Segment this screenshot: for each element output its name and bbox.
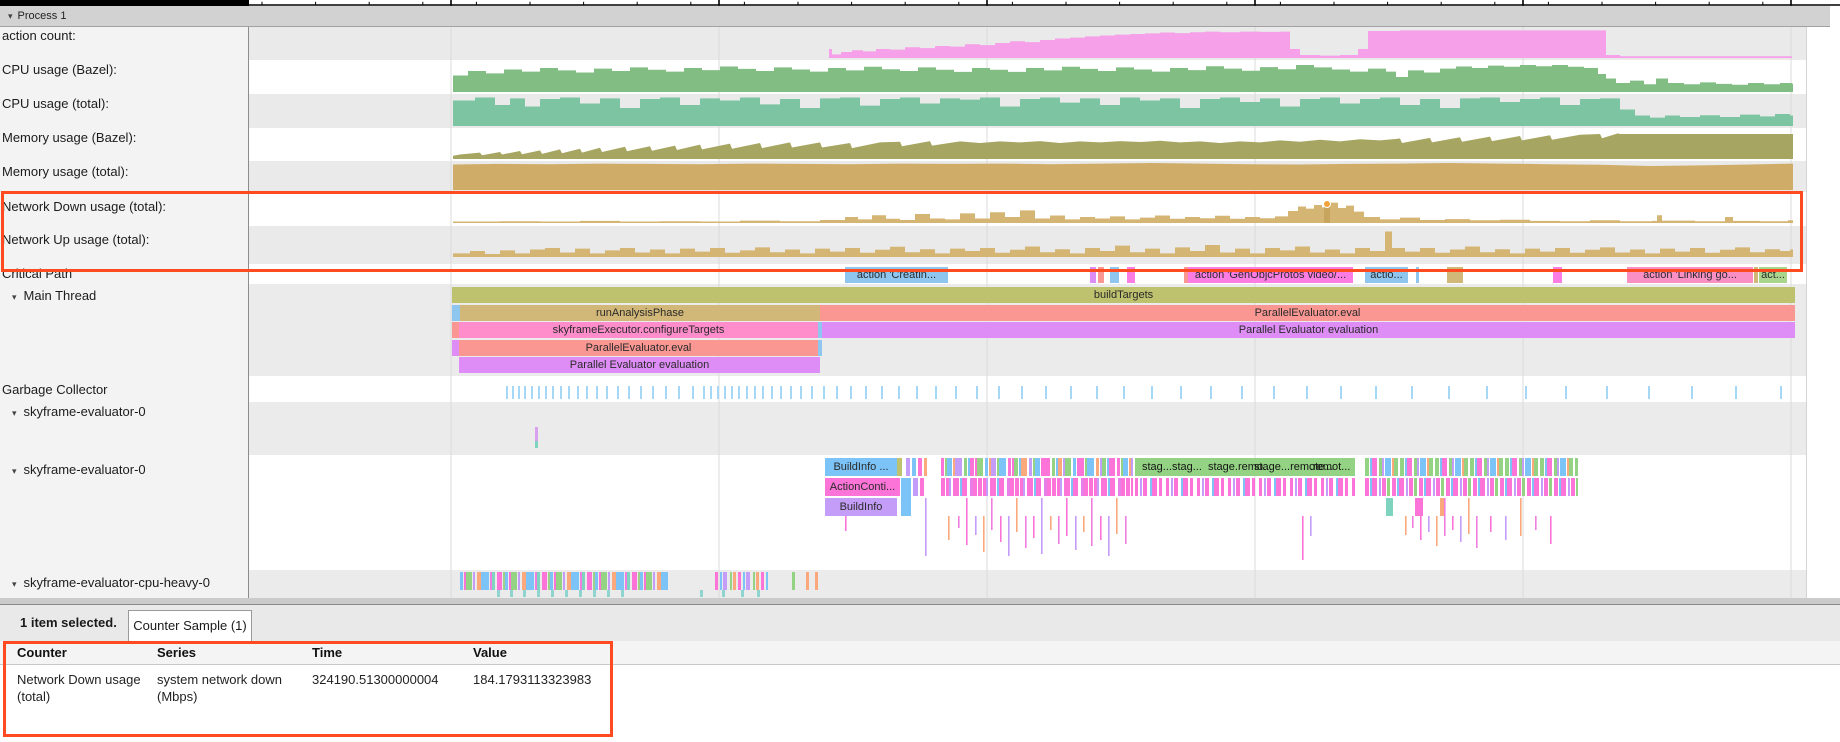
trace-span[interactable]: [918, 458, 922, 476]
track-label: Critical Path: [2, 266, 72, 281]
right-gutter-divider: [1806, 6, 1807, 598]
track-label-panel: action count: CPU usage (Bazel): CPU usage…: [0, 26, 249, 598]
trace-span[interactable]: Parallel Evaluator evaluation: [459, 357, 820, 373]
track-row[interactable]: [249, 161, 1806, 192]
track-row[interactable]: [249, 226, 1806, 264]
trace-span[interactable]: buildTargets: [452, 287, 1795, 303]
track-label: CPU usage (Bazel):: [2, 62, 117, 77]
trace-viewer: ▾ Process 1 action count: CPU usage (Bazel…: [0, 0, 1840, 742]
track-label[interactable]: ▾skyframe-evaluator-0: [2, 404, 146, 419]
tab-counter-sample[interactable]: Counter Sample (1): [128, 610, 252, 642]
trace-span[interactable]: ParallelEvaluator.eval: [820, 305, 1795, 321]
track-row[interactable]: [249, 94, 1806, 128]
track-label: Memory usage (total):: [2, 164, 128, 179]
track-label: Garbage Collector: [2, 382, 108, 397]
collapse-triangle-icon[interactable]: ▾: [12, 408, 17, 418]
trace-span[interactable]: [452, 322, 459, 338]
trace-span[interactable]: [1447, 267, 1463, 283]
cell-counter: Network Down usage (total): [17, 671, 149, 705]
track-label: Memory usage (Bazel):: [2, 130, 136, 145]
span-label: .remot...: [1310, 461, 1350, 473]
trace-span[interactable]: [452, 305, 460, 321]
track-label: Network Down usage (total):: [2, 199, 166, 214]
col-header-value: Value: [473, 645, 693, 660]
track-row[interactable]: [249, 376, 1806, 402]
trace-span[interactable]: [913, 478, 918, 496]
col-header-counter: Counter: [17, 645, 149, 660]
trace-span[interactable]: action 'Linking go...: [1627, 267, 1753, 283]
process-group-header[interactable]: ▾ Process 1: [0, 6, 1830, 27]
track-row[interactable]: [249, 192, 1806, 226]
trace-span[interactable]: [920, 478, 924, 496]
trace-span[interactable]: BuildInfo ...: [825, 458, 897, 476]
trace-span[interactable]: [818, 340, 822, 356]
track-row[interactable]: [249, 455, 1806, 570]
trace-span[interactable]: [1754, 267, 1758, 283]
trace-span[interactable]: [924, 458, 927, 476]
collapse-triangle-icon: ▾: [8, 11, 13, 21]
trace-span[interactable]: [1553, 267, 1562, 283]
col-header-time: Time: [312, 645, 467, 660]
cell-time: 324190.51300000004: [312, 671, 467, 688]
trace-span[interactable]: runAnalysisPhase: [460, 305, 820, 321]
trace-span[interactable]: skyframeExecutor.configureTargets: [459, 322, 818, 338]
track-row[interactable]: [249, 266, 1806, 284]
cell-series: system network down (Mbps): [157, 671, 299, 705]
track-label: CPU usage (total):: [2, 96, 109, 111]
details-panel: 1 item selected. Counter Sample (1) Coun…: [0, 605, 1840, 742]
trace-span[interactable]: Parallel Evaluator evaluation: [822, 322, 1795, 338]
collapse-triangle-icon[interactable]: ▾: [12, 579, 17, 589]
track-row[interactable]: [249, 26, 1806, 60]
trace-span[interactable]: [452, 340, 459, 356]
panel-splitter[interactable]: [0, 598, 1840, 605]
cell-value: 184.1793113323983: [473, 671, 693, 688]
trace-span[interactable]: [1090, 267, 1096, 283]
trace-span[interactable]: act...: [1759, 267, 1787, 283]
track-row[interactable]: [249, 402, 1806, 455]
collapse-triangle-icon[interactable]: ▾: [12, 466, 17, 476]
track-row[interactable]: [249, 128, 1806, 161]
trace-span[interactable]: action 'GenObjcProtos video/...: [1188, 267, 1353, 283]
track-label: Network Up usage (total):: [2, 232, 149, 247]
track-row[interactable]: [249, 60, 1806, 94]
sample-table: Counter Series Time Value Network Down u…: [0, 641, 1840, 742]
selection-status: 1 item selected.: [20, 615, 117, 630]
trace-span[interactable]: [1110, 267, 1119, 283]
trace-span[interactable]: actio...: [1365, 267, 1408, 283]
track-label[interactable]: ▾skyframe-evaluator-0: [2, 462, 146, 477]
trace-span[interactable]: ParallelEvaluator.eval: [459, 340, 818, 356]
trace-span[interactable]: BuildInfo: [825, 498, 897, 516]
trace-span[interactable]: [912, 458, 916, 476]
collapse-triangle-icon[interactable]: ▾: [12, 292, 17, 302]
trace-span[interactable]: ActionConti...: [825, 478, 900, 496]
col-header-series: Series: [157, 645, 299, 660]
track-row[interactable]: [249, 570, 1806, 598]
track-label: action count:: [2, 28, 76, 43]
trace-span[interactable]: action 'Creatin...: [845, 267, 948, 283]
trace-span[interactable]: [1098, 267, 1104, 283]
track-label[interactable]: ▾Main Thread: [2, 288, 96, 303]
trace-span[interactable]: [1416, 267, 1419, 283]
span-label: stag...stag...: [1142, 461, 1202, 473]
trace-span[interactable]: [897, 458, 902, 476]
sample-table-header: Counter Series Time Value: [0, 641, 1840, 665]
track-label[interactable]: ▾skyframe-evaluator-cpu-heavy-0: [2, 575, 210, 590]
trace-span[interactable]: [1127, 267, 1135, 283]
details-tab-bar: 1 item selected. Counter Sample (1): [0, 605, 1840, 641]
process-label: Process 1: [18, 10, 67, 22]
trace-span[interactable]: [906, 458, 910, 476]
